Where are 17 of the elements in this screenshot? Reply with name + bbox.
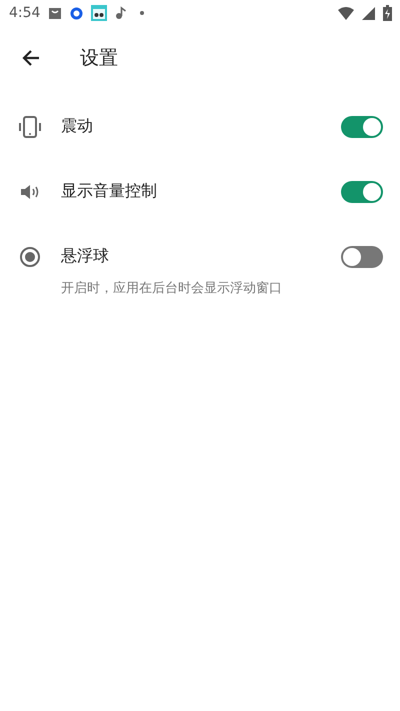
robot-icon xyxy=(91,5,108,21)
ring-icon xyxy=(70,6,84,20)
setting-description: 开启时，应用在后台时会显示浮动窗口 xyxy=(61,280,283,297)
battery-icon xyxy=(383,5,392,21)
clock: 4:54 xyxy=(9,5,40,21)
setting-label: 显示音量控制 xyxy=(61,181,158,202)
signal-icon xyxy=(362,6,375,20)
toggle-switch[interactable] xyxy=(341,116,383,138)
vibrating-phone-icon xyxy=(18,114,42,138)
radio-circle-icon xyxy=(18,244,42,268)
page-title: 设置 xyxy=(80,46,118,71)
toggle-switch[interactable] xyxy=(341,180,383,202)
shopping-bag-icon xyxy=(48,6,62,20)
toggle-switch[interactable] xyxy=(341,246,383,268)
setting-label: 悬浮球 xyxy=(61,246,110,267)
setting-label: 震动 xyxy=(61,116,94,137)
wifi-icon xyxy=(338,6,354,20)
